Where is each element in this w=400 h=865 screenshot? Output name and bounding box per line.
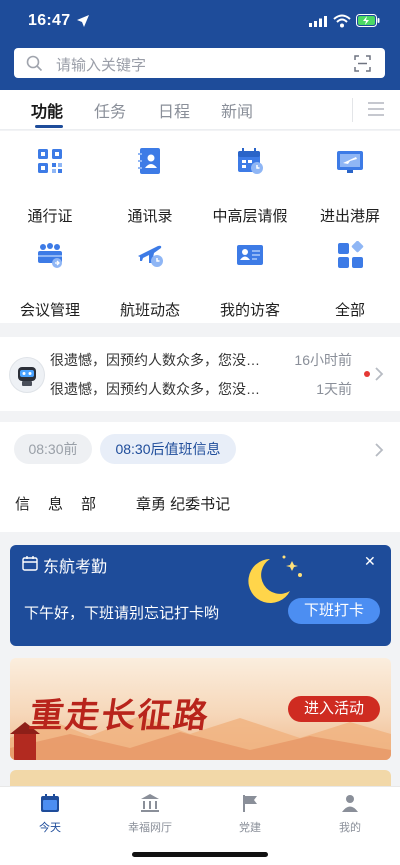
flag-icon (243, 795, 257, 812)
function-contacts[interactable]: 通讯录 (100, 147, 200, 227)
tab-active-indicator (35, 125, 63, 128)
signal-icon (309, 16, 327, 27)
function-label: 我的访客 (219, 302, 280, 319)
message-text: 很遗憾，因预约人数众多，您没有预约… (50, 381, 270, 397)
duty-section: 08:30前 08:30后值班信息 信息部 章勇 纪委书记 (0, 422, 400, 532)
tab-functions[interactable]: 功能 (31, 98, 63, 122)
status-bar: 16:47 (0, 0, 400, 42)
building-icon (141, 794, 159, 812)
calendar-icon (22, 556, 38, 571)
nav-label: 我的 (339, 822, 361, 834)
tab-divider (352, 98, 353, 122)
function-flight-status[interactable]: 航班动态 (100, 241, 200, 321)
function-label: 全部 (334, 302, 365, 319)
all-apps-icon (338, 241, 364, 268)
attendance-card: 东航考勤 ✕ 下午好，下班请别忘记打卡哟 下班打卡 (10, 545, 391, 646)
header: 16:47 请输入关键字 (0, 0, 400, 90)
robot-icon (18, 367, 36, 386)
duty-person: 章勇 纪委书记 (136, 496, 231, 513)
message-text: 很遗憾，因预约人数众多，您没有… (50, 352, 270, 368)
nav-label: 党建 (239, 822, 261, 834)
nav-happiness-hall[interactable]: 幸福网厅 (100, 787, 200, 837)
location-arrow-icon (77, 15, 89, 27)
nav-mine[interactable]: 我的 (300, 787, 400, 837)
nav-party-building[interactable]: 党建 (200, 787, 300, 837)
message-list[interactable]: 很遗憾，因预约人数众多，您没有… 16小时前 很遗憾，因预约人数众多，您没有预约… (0, 337, 400, 411)
tab-bar: 功能 任务 日程 新闻 (0, 90, 400, 130)
qr-code-icon (38, 149, 62, 173)
close-icon[interactable]: ✕ (364, 553, 376, 570)
search-icon (26, 55, 43, 72)
unread-dot (364, 371, 370, 377)
nav-label: 幸福网厅 (128, 822, 172, 834)
function-grid: 通行证 通讯录 中高层请假 进出港屏 会议管理 航班动态 我的访客 全部 (0, 131, 400, 323)
calendar-leave-icon (238, 148, 263, 174)
nav-label: 今天 (39, 822, 61, 834)
function-meeting[interactable]: 会议管理 (0, 241, 100, 321)
message-time: 1天前 (316, 381, 352, 397)
banner-title: 重走长征路 (26, 696, 213, 736)
contacts-book-icon (138, 148, 160, 174)
wifi-icon (333, 14, 351, 28)
plane-clock-icon (138, 245, 163, 267)
attendance-title: 东航考勤 (43, 559, 108, 576)
function-label: 通行证 (27, 208, 73, 225)
function-leave[interactable]: 中高层请假 (200, 147, 300, 227)
home-indicator (132, 852, 268, 857)
search-placeholder: 请输入关键字 (56, 57, 147, 74)
clock-out-button[interactable]: 下班打卡 (288, 598, 380, 624)
chevron-right-icon[interactable] (374, 366, 384, 382)
join-activity-button[interactable]: 进入活动 (288, 696, 380, 722)
duty-earlier-chip[interactable]: 08:30前 (14, 434, 92, 464)
status-time: 16:47 (28, 12, 71, 29)
calendar-today-icon (41, 794, 59, 812)
function-flight-screen[interactable]: 进出港屏 (300, 147, 400, 227)
function-label: 航班动态 (119, 302, 180, 319)
message-time: 16小时前 (294, 352, 352, 368)
function-label: 通讯录 (127, 208, 173, 225)
duty-department: 信息部 (15, 496, 115, 513)
duty-later-chip[interactable]: 08:30后值班信息 (100, 434, 236, 464)
function-pass[interactable]: 通行证 (0, 147, 100, 227)
tab-schedule[interactable]: 日程 (158, 98, 190, 122)
scan-icon[interactable] (354, 55, 371, 72)
menu-icon[interactable] (368, 102, 384, 116)
function-label: 进出港屏 (319, 208, 380, 225)
chevron-right-icon[interactable] (374, 442, 384, 458)
function-my-visitors[interactable]: 我的访客 (200, 241, 300, 321)
tab-news[interactable]: 新闻 (221, 98, 253, 122)
activity-banner[interactable]: 重走长征路 进入活动 (10, 658, 391, 760)
attendance-message: 下午好，下班请别忘记打卡哟 (24, 605, 220, 622)
flight-board-icon (337, 151, 363, 173)
function-all[interactable]: 全部 (300, 241, 400, 321)
search-input[interactable]: 请输入关键字 (14, 48, 385, 78)
visitor-card-icon (237, 245, 263, 265)
meeting-icon (38, 243, 62, 268)
nav-today[interactable]: 今天 (0, 787, 100, 837)
robot-avatar (9, 357, 45, 393)
battery-charging-icon (356, 14, 380, 27)
tab-tasks[interactable]: 任务 (94, 98, 126, 122)
function-label: 中高层请假 (212, 208, 288, 225)
function-label: 会议管理 (19, 302, 80, 319)
user-icon (342, 795, 358, 812)
